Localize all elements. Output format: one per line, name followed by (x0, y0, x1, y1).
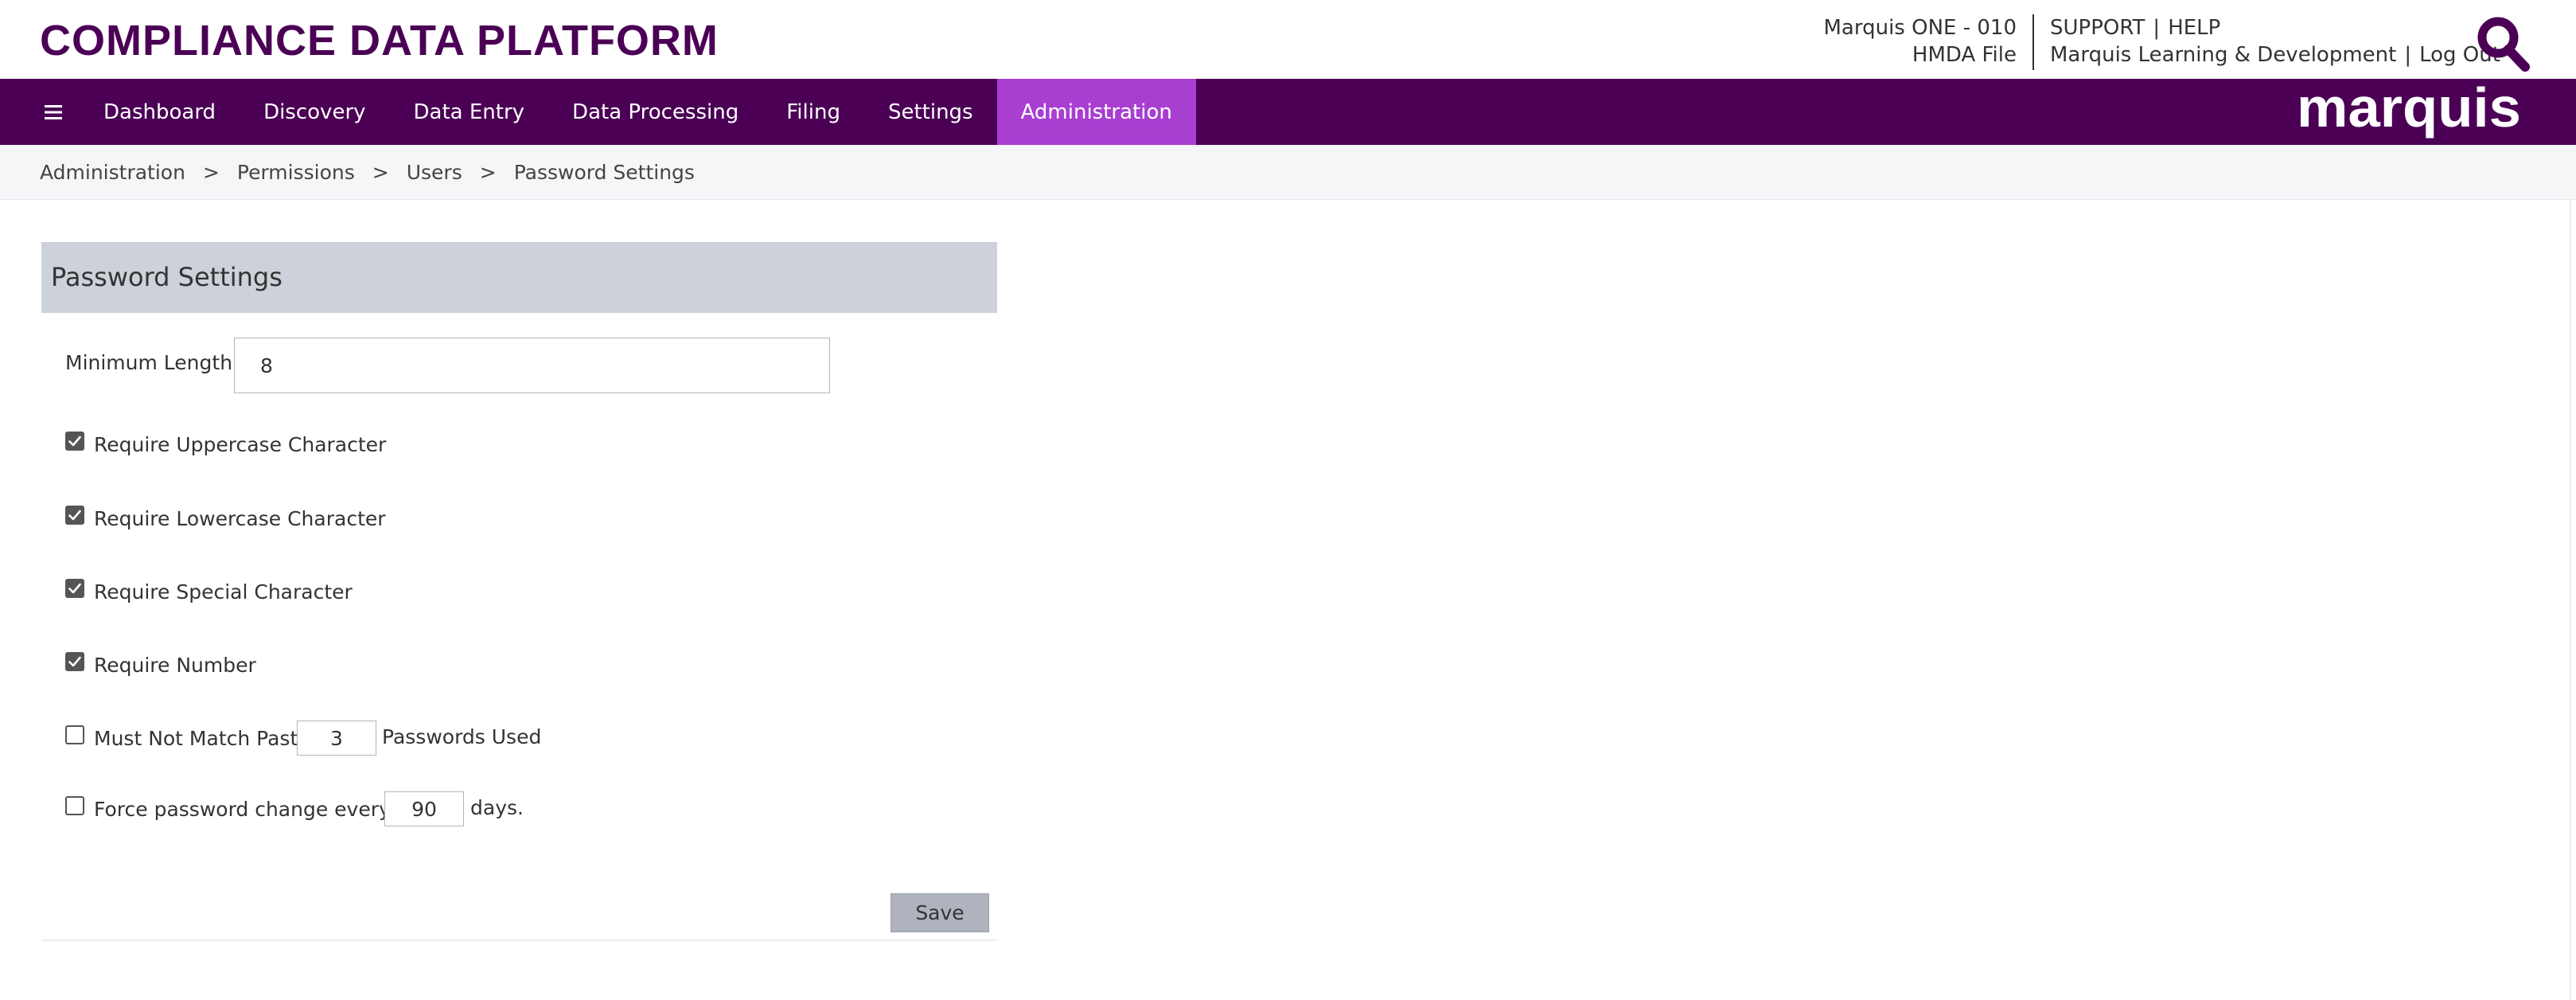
organization-info: Marquis ONE - 010 HMDA File (1824, 14, 2017, 68)
organization-file: HMDA File (1912, 43, 2017, 67)
user-links: SUPPORT | HELP Marquis Learning & Developm… (2050, 14, 2500, 68)
organization-name: Marquis ONE - 010 (1823, 16, 2017, 40)
content-edge (2570, 199, 2571, 1000)
past-passwords-label-after: Passwords Used (382, 725, 542, 748)
require-lowercase-row: Require Lowercase Character (65, 504, 386, 533)
require-number-label: Require Number (94, 653, 256, 677)
breadcrumb-separator: > (479, 160, 497, 184)
require-special-label: Require Special Character (94, 580, 353, 604)
breadcrumb-users[interactable]: Users (407, 161, 462, 184)
nav-item-settings[interactable]: Settings (864, 79, 997, 145)
panel-divider (41, 939, 997, 941)
brand-logo-text: marquis (2297, 84, 2521, 139)
past-passwords-count-input[interactable] (297, 721, 376, 756)
checkmark-icon (68, 583, 81, 594)
past-passwords-label-before: Must Not Match Past (94, 726, 298, 750)
force-change-label-after: days. (470, 796, 524, 819)
search-button[interactable] (2475, 14, 2532, 73)
magnifier-icon (2477, 17, 2530, 72)
require-number-checkbox[interactable] (65, 652, 84, 671)
user-name: Marquis Learning & Development (2050, 43, 2397, 67)
min-length-label: Minimum Length (65, 351, 233, 374)
support-link[interactable]: SUPPORT (2050, 16, 2145, 40)
breadcrumb-separator: > (372, 160, 389, 184)
breadcrumb-separator: > (202, 160, 220, 184)
checkmark-icon (68, 510, 81, 521)
hamburger-menu-icon (45, 104, 62, 119)
checkmark-icon (68, 436, 81, 447)
require-lowercase-checkbox[interactable] (65, 506, 84, 525)
marquis-logo: marquis (2297, 76, 2521, 139)
require-uppercase-checkbox[interactable] (65, 432, 84, 451)
require-special-checkbox[interactable] (65, 579, 84, 598)
breadcrumb-administration[interactable]: Administration (40, 161, 185, 184)
nav-item-discovery[interactable]: Discovery (240, 79, 389, 145)
force-change-checkbox[interactable] (65, 796, 84, 815)
past-passwords-checkbox[interactable] (65, 725, 84, 744)
panel-header: Password Settings (41, 242, 997, 313)
menu-toggle-button[interactable] (27, 79, 80, 145)
panel-title: Password Settings (51, 262, 283, 292)
link-separator: | (2404, 43, 2412, 67)
nav-item-filing[interactable]: Filing (762, 79, 864, 145)
force-change-label-before: Force password change every (94, 797, 391, 821)
nav-items: Dashboard Discovery Data Entry Data Proc… (0, 79, 1196, 145)
require-number-row: Require Number (65, 650, 256, 679)
breadcrumb-permissions[interactable]: Permissions (237, 161, 355, 184)
header-divider (2032, 14, 2034, 70)
save-button[interactable]: Save (890, 893, 989, 932)
link-separator: | (2153, 16, 2161, 40)
nav-item-data-processing[interactable]: Data Processing (548, 79, 762, 145)
help-link[interactable]: HELP (2168, 16, 2220, 40)
require-special-row: Require Special Character (65, 577, 353, 606)
force-change-row: Force password change every (65, 795, 391, 823)
require-uppercase-label: Require Uppercase Character (94, 432, 387, 456)
nav-item-administration[interactable]: Administration (996, 79, 1196, 145)
app-title: COMPLIANCE DATA PLATFORM (40, 17, 719, 64)
force-change-days-input[interactable] (384, 791, 464, 826)
breadcrumb-bar: Administration > Permissions > Users > P… (0, 145, 2576, 200)
nav-item-data-entry[interactable]: Data Entry (390, 79, 549, 145)
main-navigation: Dashboard Discovery Data Entry Data Proc… (0, 76, 2576, 145)
app-header: COMPLIANCE DATA PLATFORM Marquis ONE - 0… (0, 0, 2576, 79)
past-passwords-row: Must Not Match Past (65, 724, 298, 752)
breadcrumb: Administration > Permissions > Users > P… (40, 145, 695, 199)
nav-item-dashboard[interactable]: Dashboard (80, 79, 240, 145)
min-length-input[interactable] (234, 338, 830, 393)
require-uppercase-row: Require Uppercase Character (65, 430, 386, 459)
breadcrumb-password-settings: Password Settings (513, 160, 695, 184)
require-lowercase-label: Require Lowercase Character (94, 506, 386, 530)
brand-logo: marquis (2297, 76, 2523, 141)
checkmark-icon (68, 656, 81, 667)
